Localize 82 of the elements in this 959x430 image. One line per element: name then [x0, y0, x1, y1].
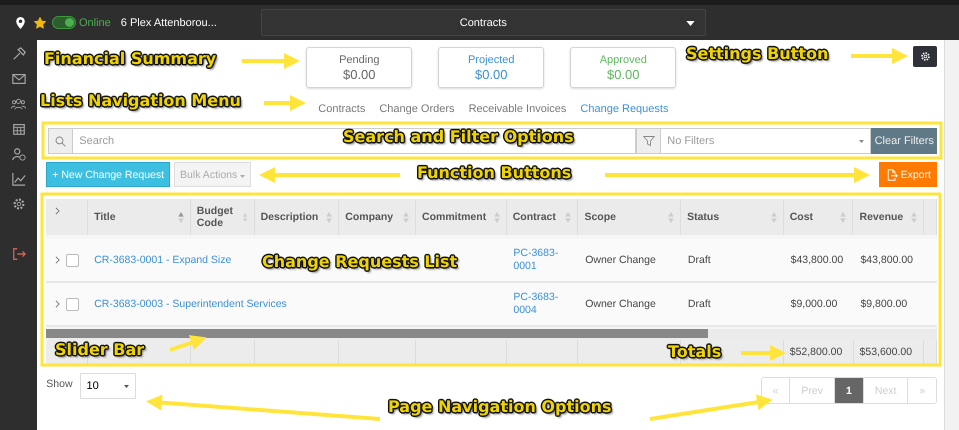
star-icon[interactable]: [34, 16, 46, 28]
expand-icon[interactable]: [55, 256, 60, 264]
column-header[interactable]: Title: [94, 211, 116, 223]
table-cell: $9,800.00: [860, 298, 908, 310]
calendar-icon[interactable]: [12, 122, 26, 136]
caret-icon: [686, 21, 695, 26]
clear-filters-button[interactable]: Clear Filters: [871, 128, 938, 154]
column-header[interactable]: Cost: [790, 211, 814, 223]
callout-label: Financial Summary: [44, 49, 216, 68]
mail-icon[interactable]: [12, 72, 26, 86]
user-clock-icon[interactable]: [12, 147, 26, 161]
status-label: Online: [79, 16, 111, 28]
page-button[interactable]: 1: [834, 378, 864, 403]
nav-tab[interactable]: Change Orders: [379, 103, 455, 118]
total-cell: $52,800.00: [790, 346, 842, 358]
nav-tab[interactable]: Change Requests: [580, 103, 668, 118]
search-icon: [55, 136, 66, 146]
location-pin-icon[interactable]: [16, 16, 25, 28]
summary-card: Projected $0.00: [438, 47, 544, 88]
column-header[interactable]: Description: [260, 211, 318, 223]
callout-label: Totals: [668, 342, 722, 361]
table-cell: $9,000.00: [790, 298, 838, 310]
arrow: [741, 345, 786, 361]
settings-button[interactable]: [913, 46, 938, 67]
callout-label: Settings Button: [686, 44, 828, 63]
table-cell: $43,800.00: [790, 254, 844, 266]
table-cell: $43,800.00: [860, 254, 914, 266]
filter-select[interactable]: No Filters: [661, 128, 872, 154]
chart-icon[interactable]: [12, 172, 26, 186]
section-dropdown[interactable]: Contracts: [260, 9, 706, 36]
callout-label: Search and Filter Options: [343, 127, 574, 146]
settings-icon[interactable]: [12, 197, 26, 211]
callout-label: Lists Navigation Menu: [40, 91, 241, 110]
summary-card: Pending $0.00: [306, 47, 412, 88]
caret-icon: [859, 140, 864, 142]
page-size-select[interactable]: 10: [80, 373, 136, 399]
show-label: Show: [46, 378, 73, 390]
arrow: [851, 48, 908, 64]
table-cell: Draft: [688, 298, 711, 310]
sort-icon[interactable]: [178, 212, 184, 222]
logout-icon[interactable]: [12, 247, 26, 261]
arrow: [242, 53, 300, 69]
column-header[interactable]: Scope: [584, 211, 616, 223]
column-header[interactable]: Revenue: [859, 211, 904, 223]
title-link[interactable]: CR-3683-0003 - Superintendent Services: [94, 298, 287, 310]
export-icon: [886, 168, 898, 180]
total-cell: $53,600.00: [860, 346, 912, 358]
caret-icon: [240, 174, 246, 178]
vertical-scrollbar[interactable]: [944, 40, 959, 430]
callout-label: Page Navigation Options: [388, 397, 612, 416]
table-cell: Owner Change: [585, 298, 656, 310]
nav-tab[interactable]: Contracts: [318, 103, 366, 118]
contract-link[interactable]: PC-3683-0004: [513, 291, 564, 317]
online-toggle[interactable]: [52, 16, 76, 29]
expand-icon[interactable]: [55, 207, 60, 215]
arrow: [169, 335, 207, 352]
column-header[interactable]: Budget Code: [196, 205, 244, 229]
title-link[interactable]: CR-3683-0001 - Expand Size: [94, 254, 232, 266]
settings-icon: [920, 51, 931, 62]
column-header[interactable]: Commitment: [422, 211, 486, 223]
column-header[interactable]: Company: [345, 211, 394, 223]
table-cell: Draft: [688, 254, 711, 266]
callout-label: Slider Bar: [55, 340, 144, 359]
column-header[interactable]: Contract: [512, 211, 556, 223]
column-header[interactable]: Status: [687, 211, 720, 223]
horizontal-scrollbar[interactable]: [46, 329, 938, 340]
arrow: [264, 95, 306, 111]
summary-card: Approved $0.00: [570, 47, 676, 88]
hammer-icon[interactable]: [12, 47, 26, 61]
project-name[interactable]: 6 Plex Attenborou...: [120, 16, 261, 28]
caret-icon: [124, 384, 129, 388]
contract-link[interactable]: PC-3683-0001: [513, 247, 564, 273]
callout-label: Function Buttons: [417, 163, 572, 182]
users-icon[interactable]: [11, 97, 26, 111]
row-checkbox[interactable]: [66, 298, 80, 310]
filter-icon: [642, 135, 655, 147]
export-button[interactable]: Export: [879, 162, 938, 187]
row-checkbox[interactable]: [66, 254, 80, 266]
callout-label: Change Requests List: [262, 252, 458, 271]
table-cell: Owner Change: [585, 254, 656, 266]
expand-icon[interactable]: [55, 300, 60, 308]
nav-tab[interactable]: Receivable Invoices: [468, 103, 566, 118]
